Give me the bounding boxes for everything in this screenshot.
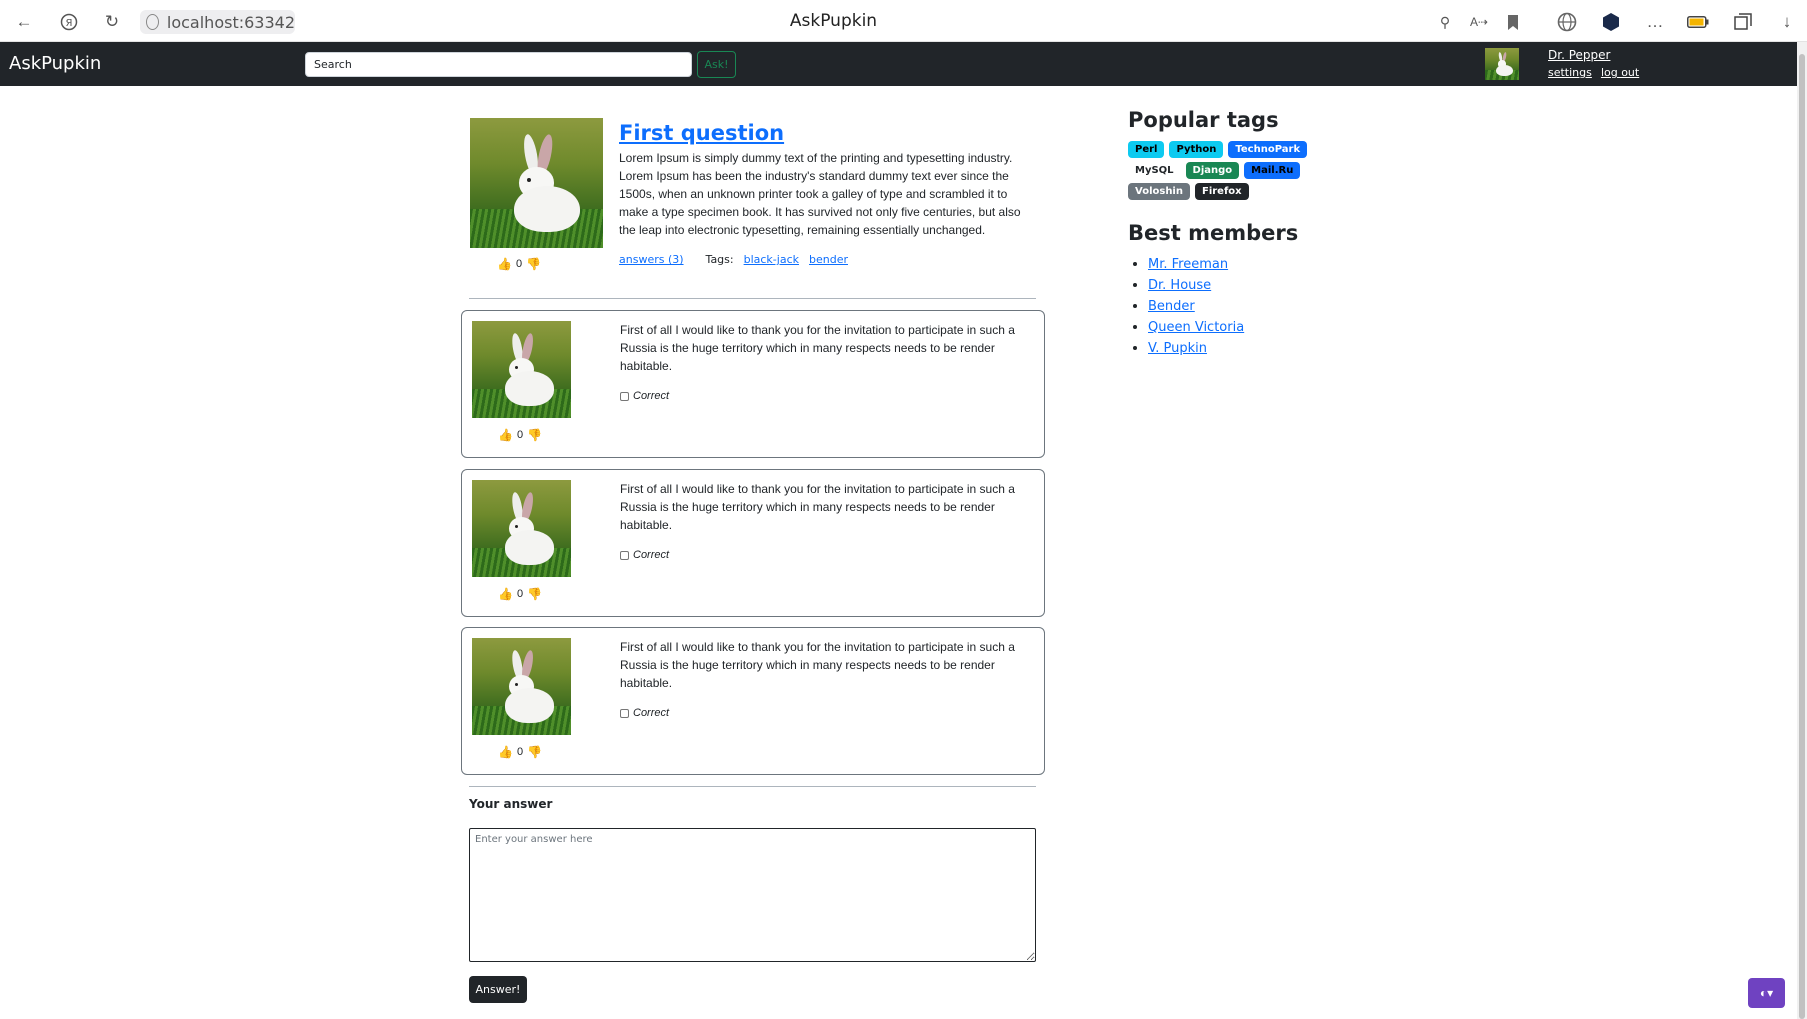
tag-badge[interactable]: Voloshin bbox=[1128, 183, 1190, 200]
user-links: settings log out bbox=[1548, 66, 1645, 79]
answer-text: First of all I would like to thank you f… bbox=[620, 482, 1015, 532]
divider bbox=[469, 298, 1036, 299]
vote-count: 0 bbox=[516, 429, 524, 441]
answer-card: 👍 0 👎 First of all I would like to thank… bbox=[461, 627, 1045, 775]
list-item: Queen Victoria bbox=[1148, 317, 1244, 338]
list-item: V. Pupkin bbox=[1148, 338, 1244, 359]
ask-button[interactable]: Ask! bbox=[697, 51, 736, 78]
thumbs-down-icon[interactable]: 👎 bbox=[527, 746, 542, 758]
divider bbox=[469, 786, 1036, 787]
vote-count: 0 bbox=[516, 746, 524, 758]
answer-text: First of all I would like to thank you f… bbox=[620, 640, 1015, 690]
tag-badge[interactable]: Firefox bbox=[1194, 183, 1249, 200]
answer-votes: 👍 0 👎 bbox=[498, 746, 542, 758]
question-title[interactable]: First question bbox=[619, 121, 784, 145]
member-link[interactable]: Mr. Freeman bbox=[1148, 257, 1228, 272]
answer-card: 👍 0 👎 First of all I would like to thank… bbox=[461, 469, 1045, 617]
tag-badge[interactable]: Django bbox=[1185, 162, 1240, 179]
navbar: AskPupkin Ask! Dr. Pepper settings log o… bbox=[0, 42, 1797, 86]
thumbs-up-icon[interactable]: 👍 bbox=[498, 429, 513, 441]
member-link[interactable]: V. Pupkin bbox=[1148, 341, 1207, 356]
thumbs-down-icon[interactable]: 👎 bbox=[527, 429, 542, 441]
tags-label: Tags: bbox=[705, 253, 734, 266]
member-link[interactable]: Dr. House bbox=[1148, 278, 1211, 293]
extension-icon[interactable] bbox=[1599, 10, 1623, 34]
correct-label: Correct bbox=[633, 390, 670, 402]
answer-text: First of all I would like to thank you f… bbox=[620, 323, 1015, 373]
tag-badge[interactable]: MySQL bbox=[1128, 162, 1181, 179]
vote-count: 0 bbox=[515, 258, 523, 270]
checkbox-box[interactable] bbox=[620, 708, 629, 718]
correct-checkbox[interactable]: Correct bbox=[620, 549, 669, 561]
thumbs-up-icon[interactable]: 👍 bbox=[497, 258, 512, 270]
brand-logo[interactable]: AskPupkin bbox=[9, 53, 101, 74]
thumbs-down-icon[interactable]: 👎 bbox=[526, 258, 541, 270]
avatar[interactable] bbox=[1485, 48, 1519, 80]
search-input[interactable] bbox=[305, 52, 692, 77]
answer-form-heading: Your answer bbox=[469, 797, 553, 811]
vote-count: 0 bbox=[516, 588, 524, 600]
tag-badge[interactable]: Python bbox=[1169, 141, 1224, 158]
list-item: Bender bbox=[1148, 296, 1244, 317]
popular-tags-title: Popular tags bbox=[1128, 108, 1279, 132]
list-item: Mr. Freeman bbox=[1148, 254, 1244, 275]
member-link[interactable]: Queen Victoria bbox=[1148, 320, 1244, 335]
more-icon[interactable]: … bbox=[1643, 10, 1667, 34]
bookmark-icon[interactable] bbox=[1501, 10, 1525, 34]
answer-textarea[interactable] bbox=[469, 828, 1036, 962]
answer-image bbox=[472, 480, 571, 577]
theme-toggle-button[interactable]: ◐▾ bbox=[1748, 978, 1785, 1008]
answers-link[interactable]: answers (3) bbox=[619, 253, 684, 266]
checkbox-box[interactable] bbox=[620, 550, 629, 560]
thumbs-up-icon[interactable]: 👍 bbox=[498, 588, 513, 600]
correct-label: Correct bbox=[633, 707, 670, 719]
list-item: Dr. House bbox=[1148, 275, 1244, 296]
question-tag[interactable]: black-jack bbox=[744, 253, 799, 266]
page-scrollbar[interactable] bbox=[1797, 42, 1807, 1019]
question-text: Lorem Ipsum is simply dummy text of the … bbox=[619, 151, 1021, 237]
question-votes: 👍 0 👎 bbox=[497, 258, 541, 270]
settings-link[interactable]: settings bbox=[1548, 66, 1592, 79]
answer-votes: 👍 0 👎 bbox=[498, 588, 542, 600]
question-tag[interactable]: bender bbox=[809, 253, 848, 266]
vpn-globe-icon[interactable] bbox=[1555, 10, 1579, 34]
correct-checkbox[interactable]: Correct bbox=[620, 390, 669, 402]
correct-checkbox[interactable]: Correct bbox=[620, 707, 669, 719]
answer-votes: 👍 0 👎 bbox=[498, 429, 542, 441]
popular-tags: Perl Python TechnoPark MySQL Django Mail… bbox=[1128, 141, 1308, 200]
page-title: AskPupkin bbox=[789, 11, 878, 31]
browser-chrome: ← Я ↻ localhost:63342 AskPupkin ⚲ A⇢ … ↓ bbox=[0, 0, 1807, 42]
thumbs-down-icon[interactable]: 👎 bbox=[527, 588, 542, 600]
logout-link[interactable]: log out bbox=[1601, 66, 1639, 79]
question-image bbox=[470, 118, 603, 248]
question-meta: answers (3) Tags: black-jack bender bbox=[619, 253, 848, 266]
user-name-link[interactable]: Dr. Pepper bbox=[1548, 48, 1610, 62]
answer-image bbox=[472, 638, 571, 735]
best-members-title: Best members bbox=[1128, 221, 1299, 245]
translate-icon[interactable]: A⇢ bbox=[1467, 10, 1491, 34]
tag-badge[interactable]: TechnoPark bbox=[1228, 141, 1308, 158]
battery-icon bbox=[1686, 10, 1710, 34]
answer-image bbox=[472, 321, 571, 418]
tag-badge[interactable]: Mail.Ru bbox=[1244, 162, 1301, 179]
download-icon[interactable]: ↓ bbox=[1775, 10, 1799, 34]
submit-answer-button[interactable]: Answer! bbox=[469, 976, 527, 1003]
tag-badge[interactable]: Perl bbox=[1128, 141, 1165, 158]
collections-icon[interactable] bbox=[1731, 10, 1755, 34]
correct-label: Correct bbox=[633, 549, 670, 561]
member-link[interactable]: Bender bbox=[1148, 299, 1195, 314]
reader-icon[interactable]: ⚲ bbox=[1433, 10, 1457, 34]
answer-card: 👍 0 👎 First of all I would like to thank… bbox=[461, 310, 1045, 458]
checkbox-box[interactable] bbox=[620, 391, 629, 401]
thumbs-up-icon[interactable]: 👍 bbox=[498, 746, 513, 758]
best-members-list: Mr. Freeman Dr. House Bender Queen Victo… bbox=[1128, 254, 1244, 359]
